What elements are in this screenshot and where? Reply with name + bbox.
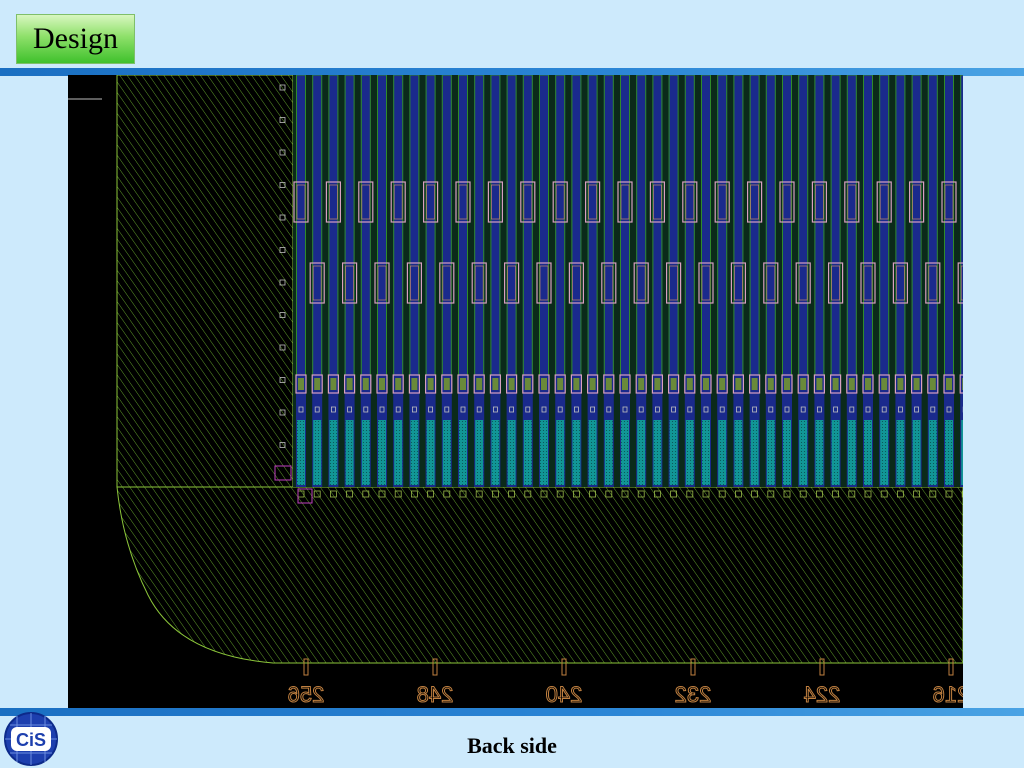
scale-label: 248	[417, 682, 454, 707]
strip	[876, 75, 892, 498]
strip	[649, 75, 666, 498]
strip	[763, 75, 779, 498]
strip	[487, 75, 503, 498]
strip	[293, 75, 309, 498]
guard-region-left	[116, 75, 294, 488]
strip	[811, 75, 828, 498]
chip-layout-drawing: 256 248 240 232 224 216	[68, 75, 963, 708]
strip	[568, 75, 584, 498]
strip	[390, 75, 406, 498]
scale-label: 240	[546, 682, 583, 707]
footer-divider	[0, 708, 1024, 716]
strip	[552, 75, 568, 498]
strip	[633, 75, 649, 498]
chip-layout-view: 256 248 240 232 224 216	[68, 75, 963, 708]
scale-label: 256	[288, 682, 325, 707]
strip	[584, 75, 601, 498]
strip	[342, 75, 358, 498]
strip	[941, 75, 957, 498]
strip	[455, 75, 471, 498]
bottom-scale: 256 248 240 232 224 216	[287, 658, 963, 708]
strip	[844, 75, 860, 498]
guard-region-bottom	[116, 486, 963, 664]
strip	[358, 75, 374, 498]
slide-title: Design	[16, 14, 135, 64]
strip	[682, 75, 698, 498]
strip	[827, 75, 844, 498]
strip	[439, 75, 455, 498]
strip	[860, 75, 876, 498]
strip	[795, 75, 811, 498]
slide-caption: Back side	[467, 733, 557, 758]
strip	[714, 75, 730, 498]
strip	[892, 75, 909, 498]
strip	[730, 75, 747, 498]
strip	[779, 75, 795, 498]
strip	[374, 75, 390, 498]
strip	[536, 75, 552, 498]
strip	[601, 75, 617, 498]
strip	[665, 75, 682, 498]
scale-label: 224	[804, 682, 841, 707]
strip	[406, 75, 422, 498]
strip	[309, 75, 325, 498]
strip	[471, 75, 487, 498]
strip	[698, 75, 714, 498]
strip	[925, 75, 941, 498]
strip	[617, 75, 633, 498]
strip	[746, 75, 763, 498]
strip	[423, 75, 439, 498]
strip	[520, 75, 536, 498]
strip	[325, 75, 341, 498]
strip	[504, 75, 520, 498]
strip	[908, 75, 925, 498]
scale-label: 232	[675, 682, 712, 707]
scale-label: 216	[933, 682, 963, 707]
